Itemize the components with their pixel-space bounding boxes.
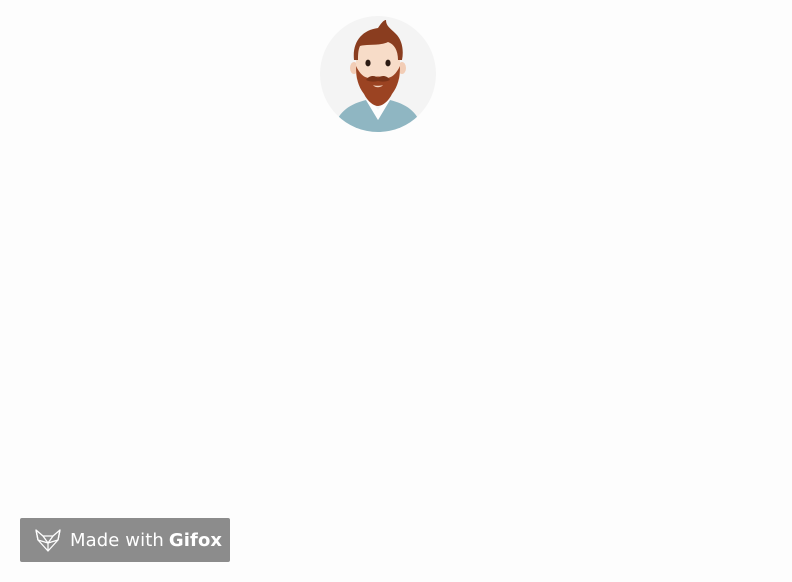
bearded-man-avatar-icon bbox=[334, 20, 422, 132]
fox-logo-icon bbox=[34, 526, 62, 554]
badge-prefix: Made with bbox=[70, 529, 164, 551]
screen: Made with Gifox bbox=[0, 0, 792, 582]
avatar bbox=[320, 16, 436, 132]
badge-text: Made with Gifox bbox=[70, 530, 222, 551]
made-with-gifox-badge[interactable]: Made with Gifox bbox=[20, 518, 230, 562]
badge-brand: Gifox bbox=[168, 529, 223, 551]
